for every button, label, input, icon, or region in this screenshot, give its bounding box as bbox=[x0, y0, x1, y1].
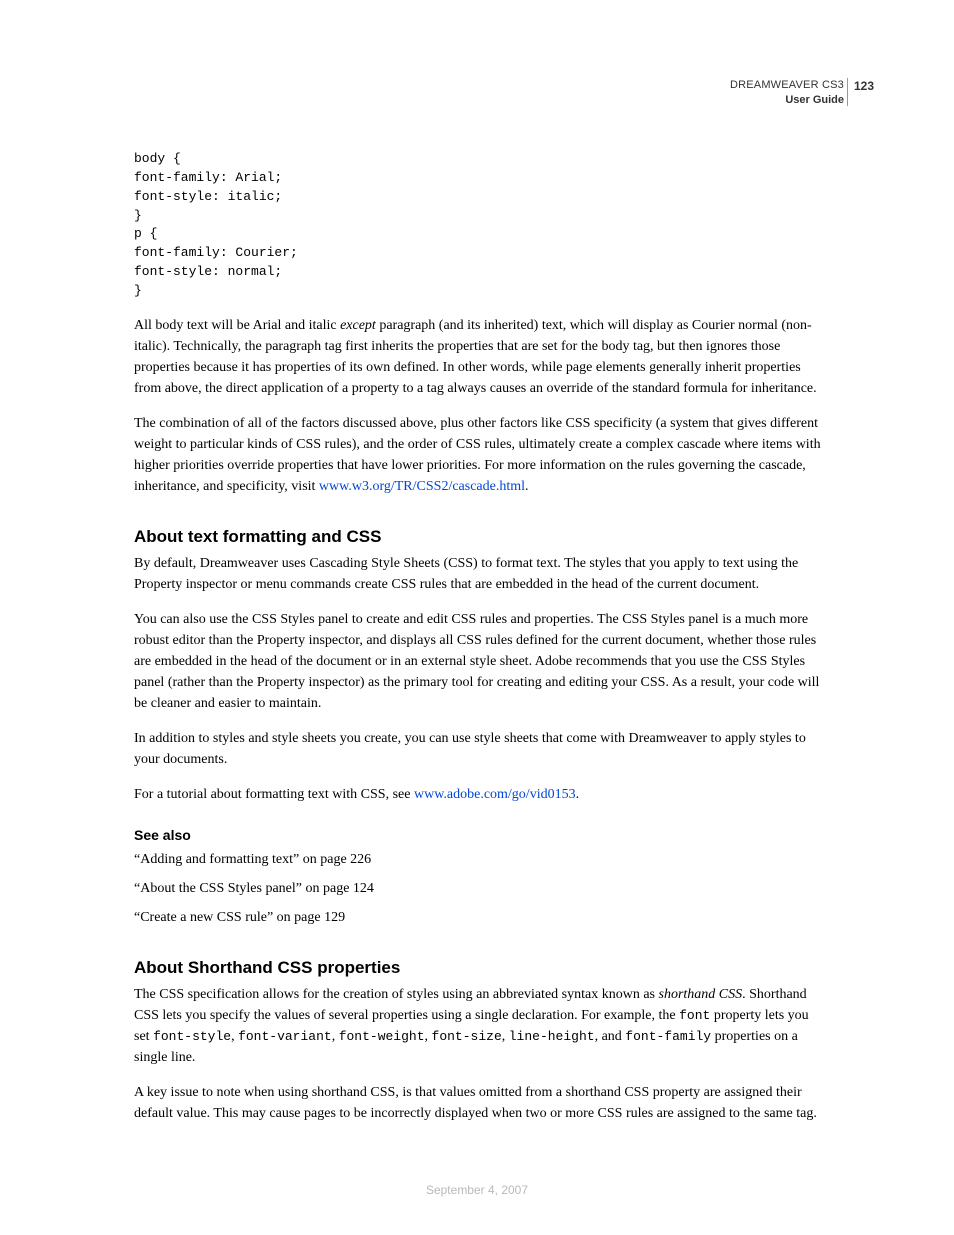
page-number: 123 bbox=[847, 78, 874, 106]
code-font-family: font-family bbox=[625, 1029, 711, 1044]
paragraph-cascade: The combination of all of the factors di… bbox=[134, 413, 824, 497]
content-area: body { font-family: Arial; font-style: i… bbox=[134, 150, 824, 1138]
heading-see-also: See also bbox=[134, 827, 824, 843]
code-font: font bbox=[679, 1008, 710, 1023]
text-run: For a tutorial about formatting text wit… bbox=[134, 787, 414, 802]
paragraph-builtin-sheets: In addition to styles and style sheets y… bbox=[134, 728, 824, 770]
paragraph-inheritance: All body text will be Arial and italic e… bbox=[134, 315, 824, 399]
text-run: The CSS specification allows for the cre… bbox=[134, 987, 659, 1002]
footer-date: September 4, 2007 bbox=[0, 1183, 954, 1197]
code-line-height: line-height bbox=[509, 1029, 595, 1044]
see-also-list: “Adding and formatting text” on page 226… bbox=[134, 849, 824, 928]
link-adobe-vid0153[interactable]: www.adobe.com/go/vid0153 bbox=[414, 787, 576, 802]
paragraph-default-css: By default, Dreamweaver uses Cascading S… bbox=[134, 553, 824, 595]
product-name: DREAMWEAVER CS3 bbox=[730, 78, 844, 93]
paragraph-css-styles-panel: You can also use the CSS Styles panel to… bbox=[134, 609, 824, 714]
emphasis-shorthand-css: shorthand CSS bbox=[659, 987, 743, 1002]
text-run: , bbox=[332, 1029, 339, 1044]
doc-title: User Guide bbox=[730, 93, 844, 108]
code-font-variant: font-variant bbox=[238, 1029, 332, 1044]
text-run: , bbox=[425, 1029, 432, 1044]
text-run: , bbox=[502, 1029, 509, 1044]
page-header: DREAMWEAVER CS3 User Guide 123 bbox=[730, 78, 844, 108]
text-run: , and bbox=[595, 1029, 626, 1044]
text-run: . bbox=[576, 787, 580, 802]
heading-text-formatting-css: About text formatting and CSS bbox=[134, 527, 824, 547]
see-also-item: “Adding and formatting text” on page 226 bbox=[134, 849, 824, 870]
emphasis-except: except bbox=[340, 318, 376, 333]
link-w3c-cascade[interactable]: www.w3.org/TR/CSS2/cascade.html bbox=[319, 479, 525, 494]
page: DREAMWEAVER CS3 User Guide 123 body { fo… bbox=[0, 0, 954, 1235]
code-font-style: font-style bbox=[153, 1029, 231, 1044]
see-also-item: “Create a new CSS rule” on page 129 bbox=[134, 907, 824, 928]
paragraph-shorthand-intro: The CSS specification allows for the cre… bbox=[134, 984, 824, 1068]
heading-shorthand-css: About Shorthand CSS properties bbox=[134, 958, 824, 978]
text-run: All body text will be Arial and italic bbox=[134, 318, 340, 333]
paragraph-tutorial-link: For a tutorial about formatting text wit… bbox=[134, 784, 824, 805]
see-also-item: “About the CSS Styles panel” on page 124 bbox=[134, 878, 824, 899]
paragraph-shorthand-issue: A key issue to note when using shorthand… bbox=[134, 1082, 824, 1124]
code-font-weight: font-weight bbox=[339, 1029, 425, 1044]
code-block-css-example: body { font-family: Arial; font-style: i… bbox=[134, 150, 824, 301]
code-font-size: font-size bbox=[432, 1029, 502, 1044]
text-run: . bbox=[525, 479, 529, 494]
